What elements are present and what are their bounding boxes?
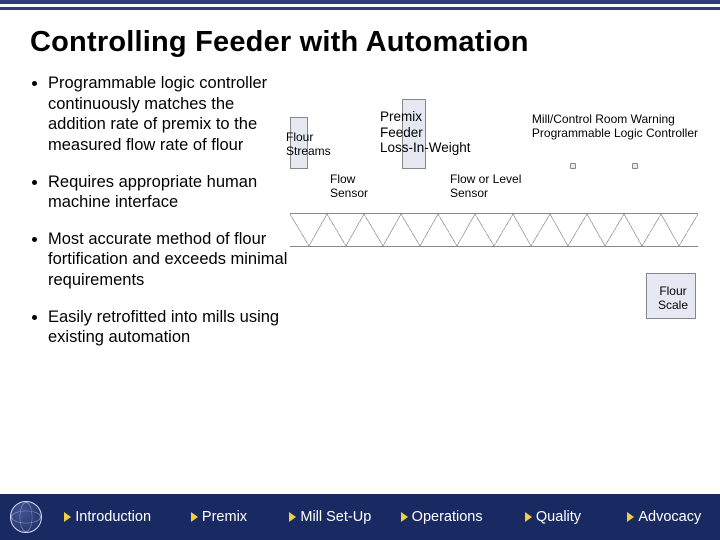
flour-streams-label: Flour Streams: [286, 131, 331, 159]
bullet-item: Requires appropriate human machine inter…: [48, 172, 290, 213]
flow-sensor-label: Flow Sensor: [330, 173, 368, 201]
play-icon: [191, 512, 198, 522]
bullet-item: Programmable logic controller continuous…: [48, 73, 290, 156]
controller-label: Mill/Control Room Warning Programmable L…: [532, 113, 698, 141]
bottom-nav: Introduction Premix Mill Set-Up Operatio…: [0, 494, 720, 540]
nav-label: Introduction: [75, 509, 151, 525]
play-icon: [64, 512, 71, 522]
nav-label: Advocacy: [638, 509, 701, 525]
bullet-item: Easily retrofitted into mills using exis…: [48, 307, 290, 348]
nav-operations[interactable]: Operations: [386, 509, 497, 525]
play-icon: [525, 512, 532, 522]
bullet-item: Most accurate method of flour fortificat…: [48, 229, 290, 291]
flow-level-sensor-label: Flow or Level Sensor: [450, 173, 521, 201]
globe-icon: [10, 501, 42, 533]
nav-advocacy[interactable]: Advocacy: [609, 509, 720, 525]
play-icon: [627, 512, 634, 522]
nav-quality[interactable]: Quality: [497, 509, 608, 525]
nav-label: Quality: [536, 509, 581, 525]
nav-premix[interactable]: Premix: [163, 509, 274, 525]
bullet-list: Programmable logic controller continuous…: [30, 73, 290, 383]
globe-logo: [0, 494, 52, 540]
play-icon: [289, 512, 296, 522]
nav-label: Operations: [412, 509, 483, 525]
nav-label: Premix: [202, 509, 247, 525]
nav-mill-setup[interactable]: Mill Set-Up: [275, 509, 386, 525]
process-diagram: Flour Streams Premix Feeder Loss-In-Weig…: [290, 73, 698, 383]
flour-scale-label: Flour Scale: [658, 285, 688, 313]
screw-conveyor: [290, 213, 698, 247]
connector-dot: [632, 163, 638, 169]
premix-feeder-label: Premix Feeder Loss-In-Weight: [380, 109, 471, 156]
nav-introduction[interactable]: Introduction: [52, 509, 163, 525]
nav-label: Mill Set-Up: [300, 509, 371, 525]
connector-dot: [570, 163, 576, 169]
play-icon: [401, 512, 408, 522]
page-title: Controlling Feeder with Automation: [0, 10, 720, 73]
